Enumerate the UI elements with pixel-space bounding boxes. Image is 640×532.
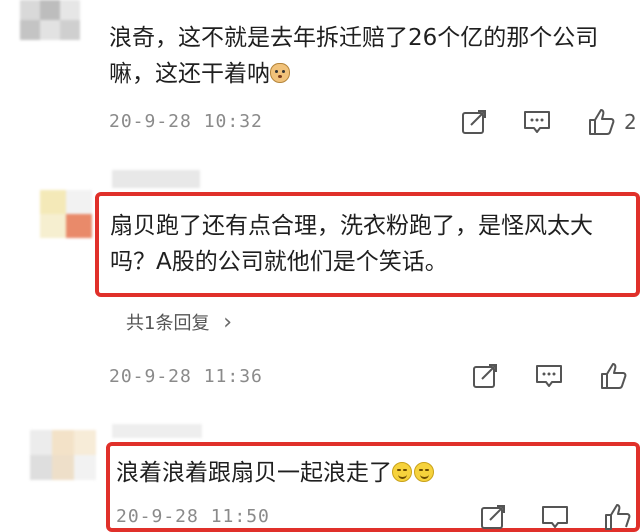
like-count: 2 bbox=[624, 110, 637, 134]
share-icon[interactable] bbox=[478, 502, 508, 532]
comment-timestamp: 20-9-28 10:32 bbox=[109, 111, 263, 132]
username[interactable] bbox=[112, 424, 202, 438]
replies-label: 共1条回复 bbox=[126, 313, 210, 334]
comment-text: 浪着浪着跟扇贝一起浪走了 bbox=[116, 455, 434, 491]
smile-emoji-icon bbox=[414, 462, 434, 482]
comment-text: 浪奇，这不就是去年拆迁赔了26个亿的那个公司 嘛，这还干着呐 bbox=[109, 20, 598, 92]
comment-text-line-2: 吗？A股的公司就他们是个笑话。 bbox=[110, 249, 448, 275]
comment-icon[interactable] bbox=[522, 107, 552, 137]
avatar[interactable] bbox=[30, 430, 96, 480]
share-icon[interactable] bbox=[470, 361, 500, 391]
comment-text-line-2: 嘛，这还干着呐 bbox=[109, 56, 598, 92]
chevron-right-icon: › bbox=[223, 310, 232, 335]
comment-icon[interactable] bbox=[534, 361, 564, 391]
doge-emoji-icon bbox=[270, 63, 290, 83]
comment-icon[interactable] bbox=[540, 502, 570, 532]
comment-text: 扇贝跑了还有点合理，洗衣粉跑了，是怪风太大 吗？A股的公司就他们是个笑话。 bbox=[110, 208, 593, 280]
share-icon[interactable] bbox=[459, 107, 489, 137]
thumbs-up-icon[interactable] bbox=[598, 361, 628, 391]
username[interactable] bbox=[112, 170, 200, 188]
smile-emoji-icon bbox=[392, 462, 412, 482]
comment-text-line-1: 扇贝跑了还有点合理，洗衣粉跑了，是怪风太大 bbox=[110, 213, 593, 239]
avatar[interactable] bbox=[20, 0, 80, 40]
thumbs-up-icon[interactable] bbox=[602, 502, 632, 532]
avatar[interactable] bbox=[40, 190, 92, 238]
comment-timestamp: 20-9-28 11:36 bbox=[109, 366, 263, 387]
thumbs-up-icon[interactable] bbox=[586, 107, 616, 137]
view-replies-link[interactable]: 共1条回复 › bbox=[126, 309, 232, 335]
comment-text-line-1: 浪奇，这不就是去年拆迁赔了26个亿的那个公司 bbox=[109, 25, 599, 51]
